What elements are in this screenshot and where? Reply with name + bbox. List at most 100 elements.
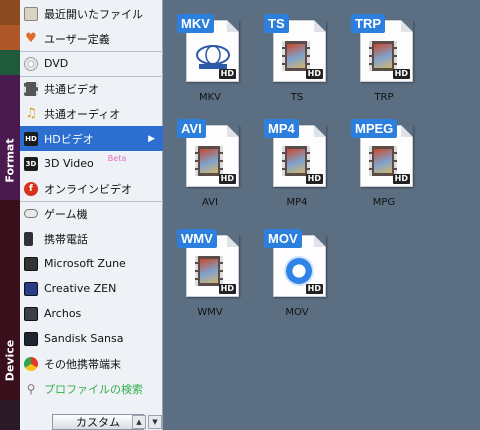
format-item-ts[interactable]: HD TS TS <box>260 7 350 107</box>
menu-item-archos[interactable]: Archos <box>20 301 163 326</box>
menu-item-dvd[interactable]: DVD <box>20 51 163 76</box>
page-fold <box>227 125 239 137</box>
film-frame <box>287 149 305 173</box>
hd-badge: HD <box>305 174 323 184</box>
format-item-avi[interactable]: HD AVI AVI <box>173 112 263 212</box>
chrome-icon <box>24 356 38 371</box>
hd-badge: HD <box>392 69 410 79</box>
page-fold <box>401 20 413 32</box>
page-fold <box>227 20 239 32</box>
3d-icon: 3D <box>24 156 38 171</box>
format-tag: MPEG <box>351 119 398 138</box>
film-strip-icon <box>369 41 397 71</box>
arrow-down-icon: ▼ <box>152 418 158 426</box>
film-strip-icon <box>282 41 310 71</box>
menu-item-label: オンラインビデオ <box>44 182 132 196</box>
category-strip: Format Device <box>0 0 20 430</box>
film-strip-icon <box>195 146 223 176</box>
menu-item-label: ゲーム機 <box>44 207 88 221</box>
format-label: MOV <box>285 307 309 318</box>
matroska-logo-icon <box>196 45 230 69</box>
menu-item-label: 共通ビデオ <box>44 82 99 96</box>
gamepad-icon <box>24 209 38 218</box>
menu-item-label: 共通オーディオ <box>44 107 121 121</box>
film-frame <box>200 149 218 173</box>
menu-item-recent[interactable]: 最近開いたファイル <box>20 1 163 26</box>
format-label: WMV <box>197 307 223 318</box>
format-item-trp[interactable]: HD TRP TRP <box>347 7 437 107</box>
beta-badge: Beta <box>107 154 127 163</box>
hd-badge: HD <box>218 69 236 79</box>
format-tag: MOV <box>264 229 302 248</box>
format-label: MP4 <box>286 197 308 208</box>
zen-icon <box>24 281 38 296</box>
heart-icon: ♥ <box>25 31 37 46</box>
scroll-down-button[interactable]: ▼ <box>148 415 162 429</box>
format-label: MKV <box>198 92 222 103</box>
menu-item-3d-video[interactable]: 3D 3D Video Beta <box>20 151 163 176</box>
menu-item-label: Creative ZEN <box>44 282 117 295</box>
recent-files-icon <box>24 6 38 21</box>
scroll-up-button[interactable]: ▲ <box>132 415 146 429</box>
format-label: MPG <box>372 197 396 208</box>
film-strip-icon <box>195 256 223 286</box>
menu-item-label: 最近開いたファイル <box>44 7 143 21</box>
menu-item-hd-video[interactable]: HD HDビデオ ▶ <box>20 126 163 151</box>
hd-badge: HD <box>305 284 323 294</box>
page-fold <box>314 235 326 247</box>
film-frame <box>287 44 305 68</box>
music-note-icon: ♫ <box>25 106 37 121</box>
menu-item-user-defined[interactable]: ♥ ユーザー定義 <box>20 26 163 51</box>
format-item-mov[interactable]: HD MOV MOV <box>260 222 350 322</box>
menu-item-mobile-phone[interactable]: 携帯電話 <box>20 226 163 251</box>
page-fold <box>401 125 413 137</box>
menu-item-label: 携帯電話 <box>44 232 88 246</box>
format-tag: MP4 <box>264 119 299 138</box>
page-fold <box>227 235 239 247</box>
menu-item-common-audio[interactable]: ♫ 共通オーディオ <box>20 101 163 126</box>
menu-item-label: 3D Video <box>44 157 94 170</box>
film-frame <box>374 44 392 68</box>
format-category-label: Format <box>3 137 17 183</box>
menu-item-common-video[interactable]: 共通ビデオ <box>20 76 163 101</box>
submenu-arrow-icon: ▶ <box>148 133 155 144</box>
device-category-tab[interactable]: Device <box>0 320 20 400</box>
menu-item-microsoft-zune[interactable]: Microsoft Zune <box>20 251 163 276</box>
format-tag: TRP <box>351 14 385 33</box>
hd-badge: HD <box>218 174 236 184</box>
film-strip-icon <box>369 146 397 176</box>
page-fold <box>314 125 326 137</box>
film-strip-icon <box>282 146 310 176</box>
archos-icon <box>24 306 38 321</box>
format-tag: MKV <box>177 14 214 33</box>
video-icon <box>24 81 38 96</box>
menu-item-label: その他携帯端末 <box>44 357 121 371</box>
disc-icon <box>24 56 38 71</box>
menu-item-label: プロファイルの検索 <box>44 382 143 396</box>
zune-icon <box>24 256 38 271</box>
format-item-mp4[interactable]: HD MP4 MP4 <box>260 112 350 212</box>
format-item-mpeg[interactable]: HD MPEG MPG <box>347 112 437 212</box>
format-tag: WMV <box>177 229 217 248</box>
mobile-phone-icon <box>24 231 33 246</box>
hd-badge: HD <box>392 174 410 184</box>
flash-icon: f <box>24 181 38 196</box>
format-item-wmv[interactable]: HD WMV WMV <box>173 222 263 322</box>
menu-item-label: Archos <box>44 307 82 320</box>
menu-item-online-video[interactable]: f オンラインビデオ <box>20 176 163 201</box>
arrow-up-icon: ▲ <box>136 418 142 426</box>
menu-item-other-devices[interactable]: その他携帯端末 <box>20 351 163 376</box>
menu-item-profile-search[interactable]: ⚲ プロファイルの検索 <box>20 376 163 401</box>
page-fold <box>314 20 326 32</box>
menu-item-game-console[interactable]: ゲーム機 <box>20 201 163 226</box>
format-category-tab[interactable]: Format <box>0 120 20 200</box>
menu-item-label: HDビデオ <box>44 132 94 146</box>
menu-item-sandisk-sansa[interactable]: Sandisk Sansa <box>20 326 163 351</box>
custom-button[interactable]: カスタム <box>52 414 144 430</box>
hd-badge: HD <box>305 69 323 79</box>
menu-item-label: DVD <box>44 57 69 70</box>
menu-item-creative-zen[interactable]: Creative ZEN <box>20 276 163 301</box>
format-item-mkv[interactable]: HD MKV MKV <box>173 7 263 107</box>
sansa-icon <box>24 331 38 346</box>
format-label: TS <box>290 92 304 103</box>
